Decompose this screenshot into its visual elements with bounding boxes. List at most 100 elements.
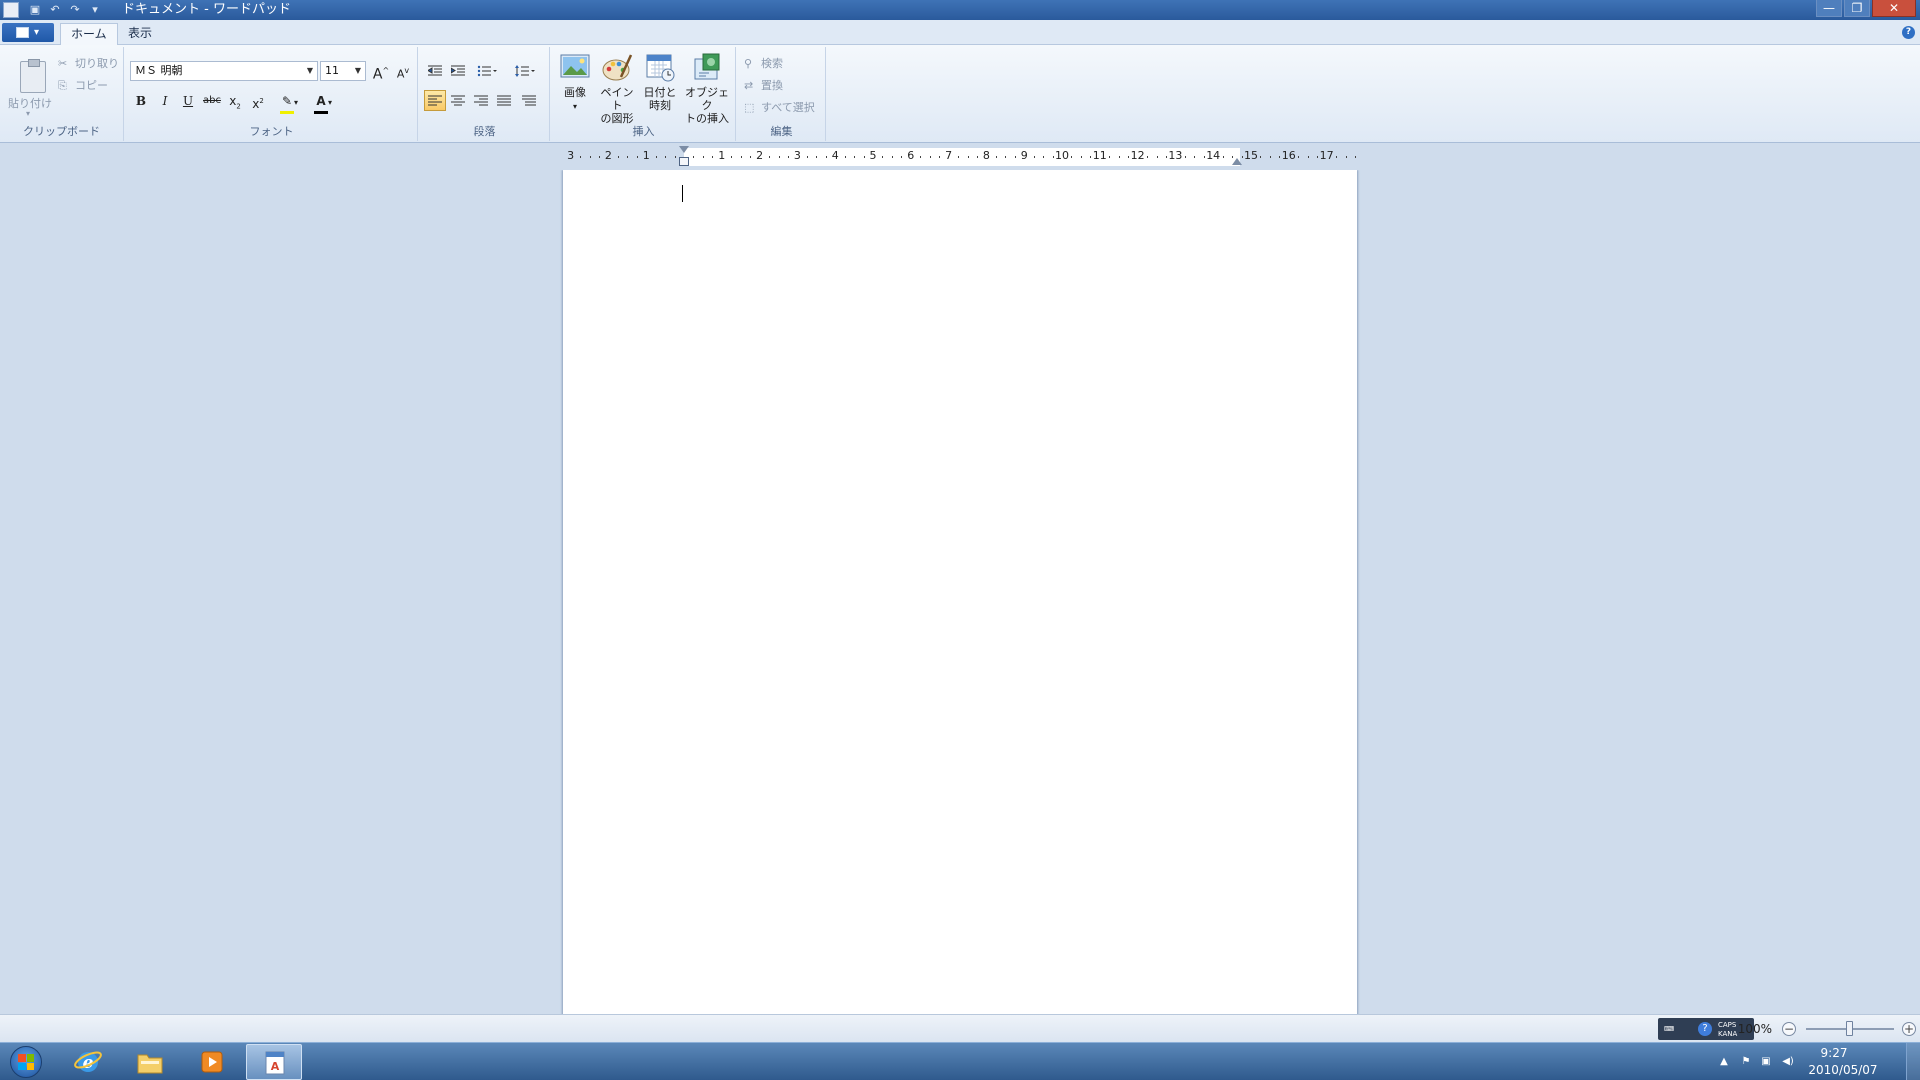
ruler-tick — [995, 156, 997, 158]
save-icon[interactable]: ▣ — [28, 3, 42, 17]
taskbar-internet-explorer[interactable]: e — [60, 1044, 116, 1080]
ruler-tick — [778, 156, 780, 158]
taskbar-media-player[interactable] — [184, 1044, 240, 1080]
ribbon: 貼り付け ▾ ✂ 切り取り ⎘ コピー クリップボード ＭＳ 明朝 ▼ 11 ▼ A… — [0, 45, 1920, 143]
redo-icon[interactable]: ↷ — [68, 3, 82, 17]
bullets-button[interactable] — [472, 60, 502, 81]
left-indent-marker[interactable] — [679, 157, 689, 166]
find-button[interactable]: ⚲ 検索 — [744, 55, 783, 71]
ruler-tick — [1165, 156, 1167, 158]
zoom-in-button[interactable]: + — [1902, 1022, 1916, 1036]
ruler-tick — [1052, 156, 1054, 158]
ribbon-tab-bar: ▾ ホーム 表示 ? — [0, 20, 1920, 46]
highlighter-icon: ✎ — [279, 91, 294, 114]
customize-icon[interactable]: ▾ — [88, 3, 102, 17]
ruler-number: 11 — [1092, 149, 1107, 162]
start-button[interactable] — [4, 1044, 48, 1080]
clock-time[interactable]: 9:27 — [1794, 1046, 1874, 1060]
maximize-button[interactable]: ❐ — [1844, 0, 1870, 17]
wordpad-icon: A — [265, 1051, 285, 1075]
cut-button[interactable]: ✂ 切り取り — [58, 55, 119, 71]
ruler-number: 16 — [1281, 149, 1296, 162]
underline-button[interactable]: U — [177, 90, 199, 111]
chevron-down-icon[interactable]: ▼ — [352, 62, 364, 80]
shrink-font-button[interactable]: Av — [392, 60, 414, 81]
increase-indent-button[interactable] — [447, 60, 469, 81]
tab-home[interactable]: ホーム — [60, 23, 118, 46]
show-hidden-icons-icon[interactable]: ▲ — [1718, 1056, 1730, 1068]
insert-datetime-button[interactable]: 日付と 時刻 — [639, 51, 681, 112]
datetime-label-line1: 日付と — [643, 86, 677, 99]
ruler-tick — [665, 156, 667, 158]
keyboard-icon[interactable]: ⌨ — [1664, 1025, 1674, 1033]
internet-explorer-icon: e — [74, 1051, 102, 1073]
minimize-button[interactable]: — — [1816, 0, 1842, 17]
ruler-number: 14 — [1206, 149, 1221, 162]
select-all-button[interactable]: ⬚ すべて選択 — [744, 99, 815, 115]
select-all-icon: ⬚ — [744, 101, 755, 114]
chevron-down-icon: ▾ — [34, 27, 40, 38]
paste-button[interactable]: 貼り付け ▾ — [4, 51, 54, 118]
insert-object-button[interactable]: オブジェク トの挿入 — [682, 51, 732, 125]
application-menu-button[interactable]: ▾ — [2, 23, 54, 42]
windows-flag-icon — [18, 1054, 34, 1070]
paragraph-settings-button[interactable] — [518, 90, 540, 111]
strikethrough-button[interactable]: abc — [201, 90, 223, 111]
ruler-tick — [1033, 156, 1035, 158]
tab-view[interactable]: 表示 — [118, 23, 162, 45]
close-button[interactable]: ✕ — [1872, 0, 1916, 17]
justify-button[interactable] — [493, 90, 515, 111]
bold-button[interactable]: B — [130, 90, 152, 111]
paragraph-icon — [522, 95, 536, 106]
replace-button[interactable]: ⇄ 置換 — [744, 77, 783, 93]
taskbar-wordpad[interactable]: A — [246, 1044, 302, 1080]
ruler-number: 6 — [907, 149, 915, 162]
font-family-select[interactable]: ＭＳ 明朝 ▼ — [130, 61, 318, 81]
right-indent-marker[interactable] — [1232, 158, 1242, 165]
line-spacing-icon — [515, 65, 535, 77]
undo-icon[interactable]: ↶ — [48, 3, 62, 17]
zoom-out-button[interactable]: − — [1782, 1022, 1796, 1036]
action-center-flag-icon[interactable]: ⚑ — [1740, 1056, 1752, 1068]
superscript-button[interactable]: x2 — [247, 90, 269, 111]
ruler-tick — [891, 156, 893, 158]
subscript-button[interactable]: x2 — [224, 90, 246, 111]
wordpad-app-icon[interactable] — [3, 2, 19, 18]
align-left-button[interactable] — [424, 90, 446, 111]
ruler[interactable]: 3 2 1 1 2 3 4 5 6 7 8 9 10 11 12 13 14 15 16 17 — [563, 146, 1357, 166]
text-color-button[interactable]: A ▾ — [308, 90, 338, 114]
zoom-percentage: 100% — [1737, 1022, 1772, 1036]
taskbar-windows-explorer[interactable] — [122, 1044, 178, 1080]
decrease-indent-button[interactable] — [424, 60, 446, 81]
chevron-down-icon[interactable]: ▼ — [304, 62, 316, 80]
highlight-color-button[interactable]: ✎ ▾ — [274, 90, 304, 114]
network-icon[interactable]: ▣ — [1760, 1056, 1772, 1068]
paint-drawing-button[interactable]: ペイント の図形 — [596, 51, 638, 125]
font-size-select[interactable]: 11 ▼ — [320, 61, 366, 81]
line-spacing-button[interactable] — [510, 60, 540, 81]
ruler-number: 5 — [869, 149, 877, 162]
grow-font-button[interactable]: A^ — [370, 60, 392, 83]
zoom-slider-thumb[interactable] — [1846, 1021, 1853, 1036]
clock-date[interactable]: 2010/05/07 — [1793, 1063, 1893, 1077]
svg-text:A: A — [271, 1060, 280, 1073]
copy-button[interactable]: ⎘ コピー — [58, 77, 108, 93]
grow-font-glyph: A — [372, 66, 383, 83]
font-group-label: フォント — [249, 125, 294, 138]
ruler-tick — [769, 156, 771, 158]
ruler-area: 3 2 1 1 2 3 4 5 6 7 8 9 10 11 12 13 14 15 16 17 — [0, 143, 1920, 170]
edit-group: ⚲ 検索 ⇄ 置換 ⬚ すべて選択 編集 — [738, 47, 826, 141]
show-desktop-button[interactable] — [1906, 1043, 1920, 1080]
align-right-icon — [474, 95, 488, 106]
align-center-button[interactable] — [447, 90, 469, 111]
help-icon[interactable]: ? — [1902, 26, 1915, 39]
text-caret — [682, 185, 683, 202]
insert-object-icon — [694, 53, 720, 80]
text-color-icon: A — [313, 91, 328, 114]
first-line-indent-marker[interactable] — [679, 146, 689, 153]
italic-button[interactable]: I — [154, 90, 176, 111]
insert-picture-button[interactable]: 画像 ▾ — [554, 51, 596, 113]
ime-help-icon[interactable]: ? — [1698, 1022, 1712, 1036]
align-right-button[interactable] — [470, 90, 492, 111]
document-page[interactable] — [563, 170, 1357, 1014]
